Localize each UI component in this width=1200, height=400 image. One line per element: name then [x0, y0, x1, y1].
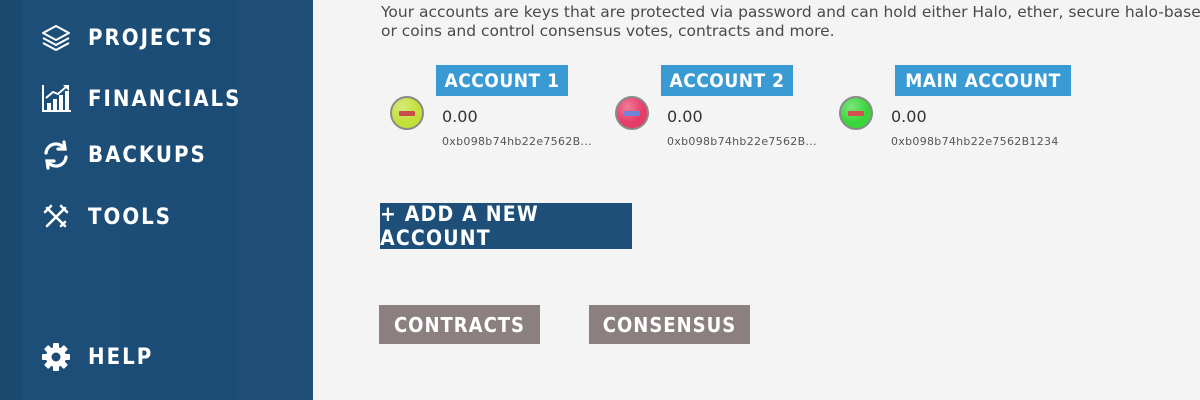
- account-address: 0xb098b74hb22e7562B...: [442, 135, 592, 148]
- intro-line-1: Your accounts are keys that are protecte…: [381, 3, 1200, 21]
- account-title[interactable]: ACCOUNT 2: [661, 65, 793, 96]
- contracts-button[interactable]: CONTRACTS: [379, 305, 540, 344]
- coin-stripe: [624, 111, 640, 116]
- refresh-icon: [38, 137, 74, 173]
- account-address: 0xb098b74hb22e7562B1234: [891, 135, 1059, 148]
- add-account-button[interactable]: + ADD A NEW ACCOUNT: [380, 202, 632, 250]
- account-title[interactable]: ACCOUNT 1: [436, 65, 568, 96]
- tools-icon: [38, 199, 74, 235]
- sidebar-item-projects[interactable]: PROJECTS: [38, 20, 214, 56]
- sidebar-item-label: BACKUPS: [88, 142, 207, 168]
- account-card[interactable]: MAIN ACCOUNT 0.00 0xb098b74hb22e7562B123…: [837, 65, 1071, 155]
- coin-stripe: [399, 111, 415, 116]
- bar-chart-icon: [38, 81, 74, 117]
- sidebar-item-backups[interactable]: BACKUPS: [38, 137, 207, 173]
- sidebar: PROJECTS FINANCIALS BACKUPS TOOLS HELP: [0, 0, 313, 400]
- account-coin-icon: [615, 96, 649, 130]
- layers-icon: [38, 20, 74, 56]
- account-balance: 0.00: [442, 107, 478, 126]
- account-balance: 0.00: [667, 107, 703, 126]
- intro-line-2: or coins and control consensus votes, co…: [381, 22, 835, 40]
- sidebar-item-label: TOOLS: [88, 204, 173, 230]
- account-card[interactable]: ACCOUNT 2 0.00 0xb098b74hb22e7562B...: [613, 65, 823, 155]
- account-coin-icon: [839, 96, 873, 130]
- sidebar-item-label: FINANCIALS: [88, 86, 242, 112]
- account-title[interactable]: MAIN ACCOUNT: [895, 65, 1071, 96]
- sidebar-item-label: PROJECTS: [88, 25, 214, 51]
- account-card[interactable]: ACCOUNT 1 0.00 0xb098b74hb22e7562B...: [388, 65, 598, 155]
- consensus-button[interactable]: CONSENSUS: [589, 305, 750, 344]
- sidebar-item-label: HELP: [88, 344, 154, 370]
- sidebar-item-tools[interactable]: TOOLS: [38, 199, 172, 235]
- account-balance: 0.00: [891, 107, 927, 126]
- account-coin-icon: [390, 96, 424, 130]
- sidebar-item-help[interactable]: HELP: [38, 339, 153, 375]
- account-address: 0xb098b74hb22e7562B...: [667, 135, 817, 148]
- gear-icon: [38, 339, 74, 375]
- sidebar-item-financials[interactable]: FINANCIALS: [38, 81, 241, 117]
- intro-text: Your accounts are keys that are protecte…: [381, 3, 1200, 41]
- coin-stripe: [848, 111, 864, 116]
